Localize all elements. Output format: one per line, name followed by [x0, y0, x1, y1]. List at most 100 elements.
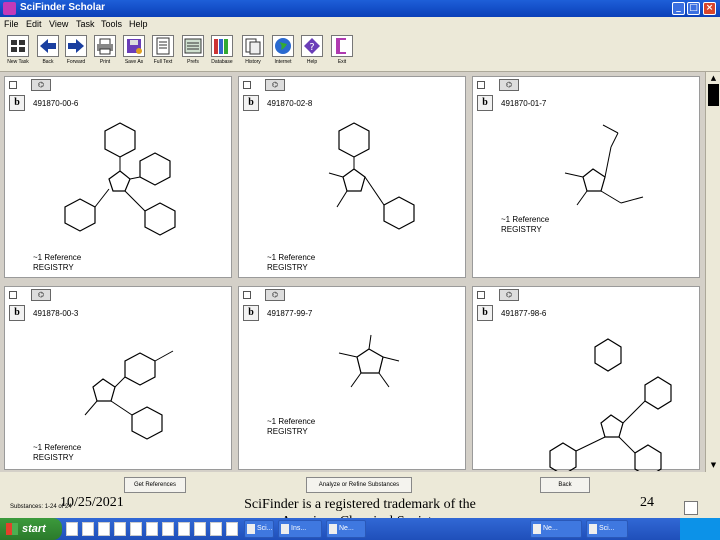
menu-tools[interactable]: Tools — [101, 19, 122, 29]
select-checkbox[interactable] — [9, 81, 17, 89]
menu-task[interactable]: Task — [76, 19, 95, 29]
registry-link[interactable]: REGISTRY — [33, 263, 74, 273]
back-action-button[interactable]: Back — [540, 477, 590, 493]
save-as-button[interactable]: Save As — [121, 35, 147, 69]
menu-file[interactable]: File — [4, 19, 19, 29]
structure-view-icon[interactable]: ⌬ — [265, 79, 285, 91]
result-card: ⌬ b 491877-98-6 — [472, 286, 700, 471]
scroll-thumb[interactable] — [708, 84, 719, 106]
registry-number[interactable]: 491878-00-3 — [33, 309, 78, 318]
toolbar: New Task Back Forward Print Save As Full… — [0, 32, 720, 72]
back-button[interactable]: Back — [35, 35, 61, 69]
window-title: SciFinder Scholar — [20, 2, 106, 13]
taskbar-item[interactable]: Sci... — [244, 520, 274, 538]
forward-button[interactable]: Forward — [63, 35, 89, 69]
help-button[interactable]: ? Help — [299, 35, 325, 69]
maximize-button[interactable]: □ — [687, 2, 700, 15]
quicklaunch-icon[interactable] — [146, 522, 158, 536]
quicklaunch-icon[interactable] — [194, 522, 206, 536]
start-button[interactable]: start — [0, 518, 62, 540]
quicklaunch-icon[interactable] — [178, 522, 190, 536]
registry-link[interactable]: REGISTRY — [267, 427, 308, 437]
quicklaunch-icon[interactable] — [114, 522, 126, 536]
tool-label: New Task — [7, 59, 29, 65]
tool-label: History — [245, 59, 261, 65]
analyze-refine-button[interactable]: Analyze or Refine Substances — [306, 477, 412, 493]
database-button[interactable]: Database — [209, 35, 235, 69]
new-task-button[interactable]: New Task — [5, 35, 31, 69]
structure-view-icon[interactable]: ⌬ — [499, 289, 519, 301]
internet-icon — [272, 35, 294, 57]
menu-view[interactable]: View — [49, 19, 68, 29]
registry-number[interactable]: 491870-01-7 — [501, 99, 546, 108]
minimize-button[interactable]: _ — [672, 2, 685, 15]
registry-link[interactable]: REGISTRY — [501, 225, 542, 235]
registry-number[interactable]: 491870-00-6 — [33, 99, 78, 108]
structure-view-icon[interactable]: ⌬ — [499, 79, 519, 91]
registry-number[interactable]: 491870-02-8 — [267, 99, 312, 108]
results-grid: ⌬ b 491870-00-6 ~1 Reference REGISTRY ⌬ … — [0, 72, 705, 472]
print-icon — [94, 35, 116, 57]
reference-count[interactable]: ~1 Reference — [501, 215, 549, 225]
registry-link[interactable]: REGISTRY — [33, 453, 74, 463]
reference-count[interactable]: ~1 Reference — [33, 253, 81, 263]
tool-label: Prefs — [187, 59, 199, 65]
reference-count[interactable]: ~1 Reference — [267, 417, 315, 427]
taskbar: start Sci... Ins... Ne... Ne... Sci... — [0, 518, 720, 540]
structure-view-icon[interactable]: ⌬ — [31, 289, 51, 301]
quicklaunch-icon[interactable] — [162, 522, 174, 536]
quicklaunch-icon[interactable] — [210, 522, 222, 536]
reference-count[interactable]: ~1 Reference — [33, 443, 81, 453]
taskbar-item-label: Ne... — [543, 525, 558, 532]
window-icon — [533, 524, 541, 534]
taskbar-item[interactable]: Ne... — [326, 520, 366, 538]
select-checkbox[interactable] — [243, 81, 251, 89]
select-checkbox[interactable] — [477, 81, 485, 89]
prefs-button[interactable]: Prefs — [180, 35, 206, 69]
full-text-button[interactable]: Full Text — [150, 35, 176, 69]
structure-view-icon[interactable]: ⌬ — [31, 79, 51, 91]
structure-view-icon[interactable]: ⌬ — [265, 289, 285, 301]
print-button[interactable]: Print — [92, 35, 118, 69]
answer-detail-icon[interactable]: b — [9, 305, 25, 321]
answer-detail-icon[interactable]: b — [477, 305, 493, 321]
app-icon — [3, 2, 16, 15]
quicklaunch-icon[interactable] — [226, 522, 238, 536]
reference-count[interactable]: ~1 Reference — [267, 253, 315, 263]
tool-label: Full Text — [153, 59, 173, 65]
structure-diagram — [564, 124, 644, 206]
quicklaunch-icon[interactable] — [130, 522, 142, 536]
taskbar-item-label: Sci... — [599, 525, 615, 532]
scroll-down-icon[interactable]: ▼ — [708, 460, 719, 470]
answer-detail-icon[interactable]: b — [243, 305, 259, 321]
internet-button[interactable]: Internet — [270, 35, 296, 69]
result-card: ⌬ b 491870-00-6 ~1 Reference REGISTRY — [4, 76, 232, 278]
taskbar-item[interactable]: Ins... — [278, 520, 322, 538]
registry-link[interactable]: REGISTRY — [267, 263, 308, 273]
history-button[interactable]: History — [240, 35, 266, 69]
quicklaunch-icon[interactable] — [82, 522, 94, 536]
answer-detail-icon[interactable]: b — [477, 95, 493, 111]
menu-edit[interactable]: Edit — [26, 19, 42, 29]
close-button[interactable]: × — [703, 2, 716, 15]
quicklaunch-icon[interactable] — [98, 522, 110, 536]
registry-number[interactable]: 491877-98-6 — [501, 309, 546, 318]
select-checkbox[interactable] — [477, 291, 485, 299]
select-checkbox[interactable] — [9, 291, 17, 299]
taskbar-item-label: Ins... — [291, 525, 307, 532]
scroll-up-icon[interactable]: ▲ — [708, 73, 719, 83]
exit-button[interactable]: Exit — [329, 35, 355, 69]
structure-diagram — [338, 334, 400, 388]
select-checkbox[interactable] — [243, 291, 251, 299]
quicklaunch-icon[interactable] — [66, 522, 78, 536]
get-references-button[interactable]: Get References — [124, 477, 186, 493]
taskbar-item[interactable]: Sci... — [586, 520, 628, 538]
registry-number[interactable]: 491877-99-7 — [267, 309, 312, 318]
vertical-scrollbar[interactable]: ▲ ▼ — [705, 72, 720, 472]
menu-bar: File Edit View Task Tools Help — [0, 17, 720, 32]
taskbar-item-label: Ne... — [339, 525, 354, 532]
answer-detail-icon[interactable]: b — [9, 95, 25, 111]
menu-help[interactable]: Help — [129, 19, 148, 29]
taskbar-item[interactable]: Ne... — [530, 520, 582, 538]
answer-detail-icon[interactable]: b — [243, 95, 259, 111]
